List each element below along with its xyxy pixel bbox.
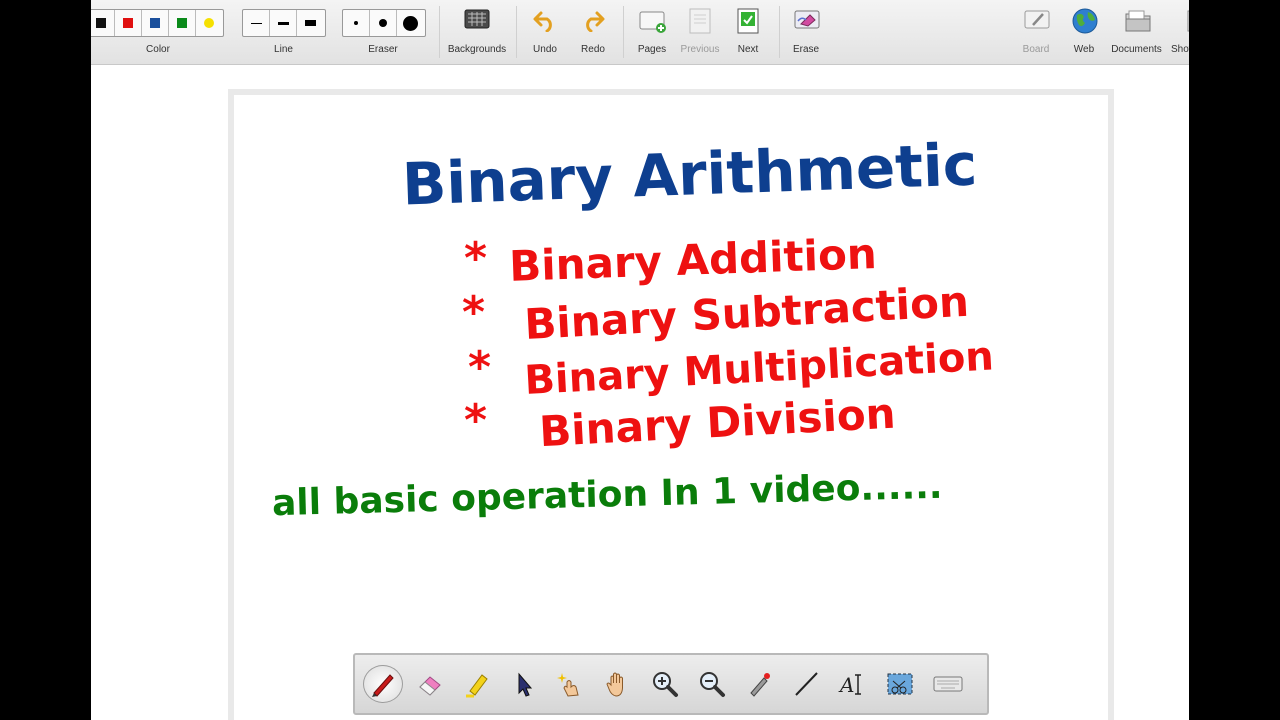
drawing-tools-bar: A <box>353 653 989 715</box>
show-icon <box>1187 10 1189 32</box>
pages-icon <box>639 11 666 33</box>
board-drawing: Binary Arithmetic * Binary Addition * Bi… <box>272 130 995 525</box>
color-green[interactable] <box>169 10 196 36</box>
zoom-in-tool[interactable] <box>645 665 685 703</box>
pen-icon <box>372 674 394 697</box>
next-page-icon <box>737 8 759 34</box>
text-icon: A <box>838 673 861 697</box>
laser-icon <box>750 673 770 697</box>
line-group: Line <box>241 0 326 64</box>
previous-label: Previous <box>680 44 720 55</box>
previous-button[interactable]: Previous <box>675 0 725 64</box>
line-thick[interactable] <box>297 10 323 36</box>
line-medium[interactable] <box>270 10 297 36</box>
color-red[interactable] <box>115 10 142 36</box>
folder-icon <box>1125 10 1150 32</box>
next-button[interactable]: Next <box>723 0 773 64</box>
separator <box>779 6 780 58</box>
magic-pointer-icon <box>557 673 579 697</box>
separator <box>516 6 517 58</box>
backgrounds-icon <box>464 9 490 29</box>
magic-pointer-tool[interactable] <box>551 665 591 703</box>
show-button[interactable]: Show <box>1169 0 1189 64</box>
color-blue[interactable] <box>142 10 169 36</box>
list-item: Binary Addition <box>508 229 877 291</box>
backgrounds-label: Backgrounds <box>447 44 507 55</box>
eraser-tool[interactable] <box>410 665 450 703</box>
web-label: Web <box>1073 44 1095 55</box>
redo-button[interactable]: Redo <box>568 0 618 64</box>
board-button[interactable]: Board <box>1011 0 1061 64</box>
eraser-label: Eraser <box>368 44 398 55</box>
backgrounds-button[interactable]: Backgrounds <box>444 0 510 64</box>
color-palette <box>91 9 224 37</box>
erase-icon <box>794 10 820 29</box>
eraser-large[interactable] <box>397 10 423 36</box>
board-icon <box>1024 10 1050 29</box>
pan-tool[interactable] <box>598 665 638 703</box>
next-label: Next <box>737 44 759 55</box>
zoom-in-icon <box>653 672 678 697</box>
board-label: Board <box>1022 44 1050 55</box>
show-label: Show <box>1171 44 1189 55</box>
documents-button[interactable]: Documents <box>1109 0 1164 64</box>
redo-icon <box>586 11 605 32</box>
line-thin[interactable] <box>243 10 270 36</box>
color-label: Color <box>146 44 170 55</box>
screen-capture-tool[interactable] <box>880 665 920 703</box>
globe-icon <box>1072 8 1098 34</box>
documents-label: Documents <box>1111 44 1162 55</box>
eraser-icon <box>419 676 441 696</box>
pages-button[interactable]: Pages <box>627 0 677 64</box>
eraser-size-selector <box>342 9 426 37</box>
laser-tool[interactable] <box>739 665 779 703</box>
erase-button[interactable]: Erase <box>781 0 831 64</box>
web-button[interactable]: Web <box>1059 0 1109 64</box>
bullet-icon: * <box>464 233 487 284</box>
color-black[interactable] <box>91 10 115 36</box>
redo-label: Redo <box>581 44 605 55</box>
highlighter-icon <box>466 674 488 698</box>
line-label: Line <box>274 44 293 55</box>
board-footer: all basic operation In 1 video...... <box>272 466 943 525</box>
eraser-small[interactable] <box>343 10 370 36</box>
select-tool[interactable] <box>504 665 544 703</box>
top-toolbar: Color Line Eraser Backgrounds Undo Redo … <box>91 0 1189 65</box>
highlighter-tool[interactable] <box>457 665 497 703</box>
separator <box>439 6 440 58</box>
previous-page-icon <box>689 8 711 34</box>
whiteboard-app: Color Line Eraser Backgrounds Undo Redo … <box>91 0 1189 720</box>
color-group: Color <box>91 0 225 64</box>
hand-icon <box>606 672 623 697</box>
color-yellow[interactable] <box>196 10 222 36</box>
board-canvas[interactable]: Binary Arithmetic * Binary Addition * Bi… <box>228 89 1114 720</box>
pointer-icon <box>518 672 533 697</box>
line-tool[interactable] <box>786 665 826 703</box>
line-icon <box>795 672 818 696</box>
keyboard-icon <box>933 676 963 692</box>
svg-text:A: A <box>838 673 854 697</box>
board-title: Binary Arithmetic <box>401 130 978 218</box>
undo-button[interactable]: Undo <box>520 0 570 64</box>
pages-label: Pages <box>637 44 667 55</box>
separator <box>623 6 624 58</box>
erase-label: Erase <box>792 44 820 55</box>
eraser-group: Eraser <box>341 0 426 64</box>
keyboard-tool[interactable] <box>928 665 968 703</box>
bullet-icon: * <box>462 287 485 338</box>
undo-icon <box>533 11 552 32</box>
board-list: * Binary Addition * Binary Subtraction *… <box>462 229 995 456</box>
line-width-selector <box>242 9 326 37</box>
zoom-out-tool[interactable] <box>692 665 732 703</box>
screen-capture-icon <box>887 673 913 695</box>
pen-tool[interactable] <box>363 665 403 703</box>
eraser-medium[interactable] <box>370 10 397 36</box>
text-tool[interactable]: A <box>833 665 873 703</box>
zoom-out-icon <box>700 672 725 697</box>
undo-label: Undo <box>533 44 557 55</box>
bullet-icon: * <box>464 395 487 446</box>
bullet-icon: * <box>468 342 491 393</box>
